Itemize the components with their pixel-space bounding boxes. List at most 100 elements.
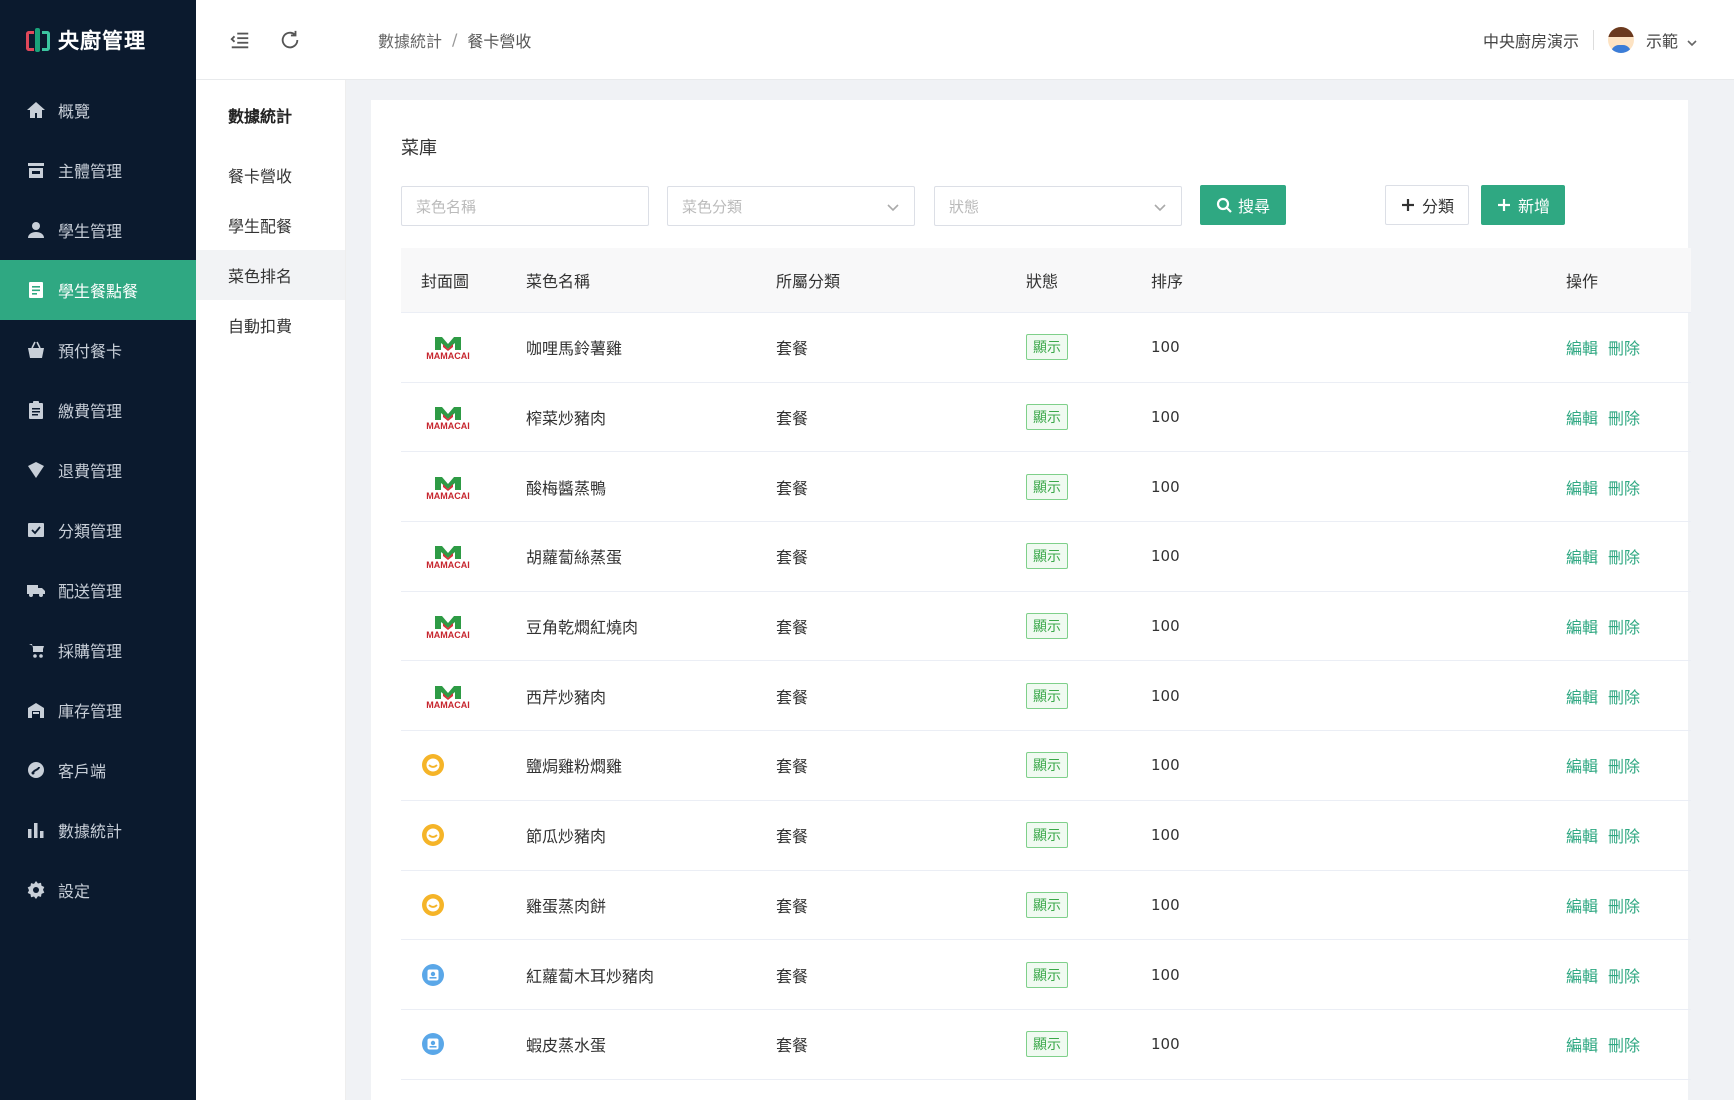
delete-link[interactable]: 刪除 (1608, 688, 1640, 707)
chevron-down-icon[interactable] (1686, 34, 1698, 47)
top-header: 數據統計 / 餐卡營收 中央廚房演示 示範 (196, 0, 1734, 80)
sidebar-item-11[interactable]: 客戶端 (0, 740, 196, 800)
status-cell: 顯示 (1026, 752, 1151, 779)
clipboard-icon (26, 400, 46, 420)
user-name[interactable]: 示範 (1646, 28, 1678, 52)
cover-cell: MAMACAI (401, 682, 526, 710)
status-badge: 顯示 (1026, 891, 1068, 918)
sidebar-item-5[interactable]: 繳費管理 (0, 380, 196, 440)
sidebar-item-7[interactable]: 分類管理 (0, 500, 196, 560)
sidebar-item-label: 退費管理 (58, 462, 123, 481)
category-button-label: 分類 (1421, 197, 1454, 216)
sort-value: 100 (1151, 1035, 1180, 1054)
table-row: 蝦皮蒸水蛋 套餐 顯示 100 編輯 刪除 (401, 1010, 1691, 1080)
submenu-item-1[interactable]: 學生配餐 (196, 200, 345, 250)
delete-link[interactable]: 刪除 (1608, 409, 1640, 428)
edit-link[interactable]: 編輯 (1566, 479, 1598, 498)
edit-link[interactable]: 編輯 (1566, 897, 1598, 916)
sidebar-item-label: 客戶端 (58, 762, 107, 781)
edit-link[interactable]: 編輯 (1566, 688, 1598, 707)
actions-cell: 編輯 刪除 (1566, 335, 1691, 359)
submenu-item-0[interactable]: 餐卡營收 (196, 150, 345, 200)
delete-link[interactable]: 刪除 (1608, 1036, 1640, 1055)
delete-link[interactable]: 刪除 (1608, 548, 1640, 567)
search-button[interactable]: 搜尋 (1200, 185, 1286, 225)
sidebar-item-12[interactable]: 數據統計 (0, 800, 196, 860)
sidebar-item-label: 預付餐卡 (58, 342, 123, 361)
cover-cell: MAMACAI (401, 403, 526, 431)
avatar[interactable] (1607, 27, 1634, 53)
dish-category: 套餐 (776, 757, 809, 777)
sidebar-item-0[interactable]: 概覽 (0, 80, 196, 140)
dish-name-input[interactable]: 菜色名稱 (401, 186, 649, 226)
cover-cell: MAMACAI (401, 542, 526, 570)
breadcrumb-item-stats[interactable]: 數據統計 (378, 28, 442, 52)
delete-link[interactable]: 刪除 (1608, 897, 1640, 916)
plus-icon (1401, 199, 1414, 211)
edit-link[interactable]: 編輯 (1566, 548, 1598, 567)
refund-icon (26, 460, 46, 480)
edit-link[interactable]: 編輯 (1566, 1036, 1598, 1055)
category-select[interactable]: 菜色分類 (667, 186, 915, 226)
sidebar-item-8[interactable]: 配送管理 (0, 560, 196, 620)
actions-cell: 編輯 刪除 (1566, 614, 1691, 638)
edit-link[interactable]: 編輯 (1566, 409, 1598, 428)
dish-name-placeholder: 菜色名稱 (416, 197, 477, 216)
col-sort: 排序 (1151, 272, 1184, 291)
sidebar-item-6[interactable]: 退費管理 (0, 440, 196, 500)
plus-icon (1497, 199, 1510, 211)
dish-name: 酸梅醬蒸鴨 (526, 478, 607, 498)
delete-link[interactable]: 刪除 (1608, 479, 1640, 498)
dish-category: 套餐 (776, 687, 809, 707)
edit-link[interactable]: 編輯 (1566, 339, 1598, 358)
edit-link[interactable]: 編輯 (1566, 618, 1598, 637)
actions-cell: 編輯 刪除 (1566, 753, 1691, 777)
edit-link[interactable]: 編輯 (1566, 827, 1598, 846)
smiley-icon (422, 893, 444, 916)
sidebar-item-label: 配送管理 (58, 582, 123, 601)
mamacai-logo-icon: MAMACAI (426, 476, 470, 501)
delete-link[interactable]: 刪除 (1608, 827, 1640, 846)
app-logo[interactable]: 央廚管理 (0, 0, 196, 80)
sidebar-item-10[interactable]: 庫存管理 (0, 680, 196, 740)
dish-name: 蝦皮蒸水蛋 (526, 1036, 607, 1056)
status-cell: 顯示 (1026, 543, 1151, 570)
status-cell: 顯示 (1026, 1031, 1151, 1058)
submenu-list: 餐卡營收 學生配餐 菜色排名 自動扣費 (196, 150, 345, 350)
status-badge: 顯示 (1026, 752, 1068, 779)
submenu-item-3[interactable]: 自動扣費 (196, 300, 345, 350)
category-button[interactable]: 分類 (1385, 185, 1469, 225)
sort-value: 100 (1151, 686, 1180, 705)
sidebar-item-label: 繳費管理 (58, 402, 123, 421)
sidebar-item-1[interactable]: 主體管理 (0, 140, 196, 200)
submenu-item-2[interactable]: 菜色排名 (196, 250, 345, 300)
cover-cell (401, 753, 526, 777)
sort-value: 100 (1151, 965, 1180, 984)
refresh-icon[interactable] (278, 28, 302, 52)
edit-link[interactable]: 編輯 (1566, 967, 1598, 986)
client-icon (26, 760, 46, 780)
sidebar-item-3[interactable]: 學生餐點餐 (0, 260, 196, 320)
sidebar-item-13[interactable]: 設定 (0, 860, 196, 920)
delete-link[interactable]: 刪除 (1608, 967, 1640, 986)
status-select[interactable]: 狀態 (934, 186, 1182, 226)
collapse-menu-icon[interactable] (228, 28, 252, 52)
dish-category: 套餐 (776, 478, 809, 498)
mamacai-logo-text: MAMACAI (426, 700, 470, 710)
dish-name: 榨菜炒豬肉 (526, 409, 607, 429)
delete-link[interactable]: 刪除 (1608, 757, 1640, 776)
add-button[interactable]: 新增 (1481, 185, 1565, 225)
breadcrumb-item-current: 餐卡營收 (467, 31, 532, 51)
cover-cell: MAMACAI (401, 333, 526, 361)
status-cell: 顯示 (1026, 334, 1151, 361)
chevron-down-icon (1153, 200, 1167, 214)
sidebar-item-4[interactable]: 預付餐卡 (0, 320, 196, 380)
sidebar-item-9[interactable]: 採購管理 (0, 620, 196, 680)
delete-link[interactable]: 刪除 (1608, 339, 1640, 358)
table-row: 雞蛋蒸肉餅 套餐 顯示 100 編輯 刪除 (401, 871, 1691, 941)
edit-link[interactable]: 編輯 (1566, 757, 1598, 776)
dish-name: 節瓜炒豬肉 (526, 827, 607, 847)
delete-link[interactable]: 刪除 (1608, 618, 1640, 637)
sidebar-item-2[interactable]: 學生管理 (0, 200, 196, 260)
search-button-label: 搜尋 (1237, 197, 1270, 216)
